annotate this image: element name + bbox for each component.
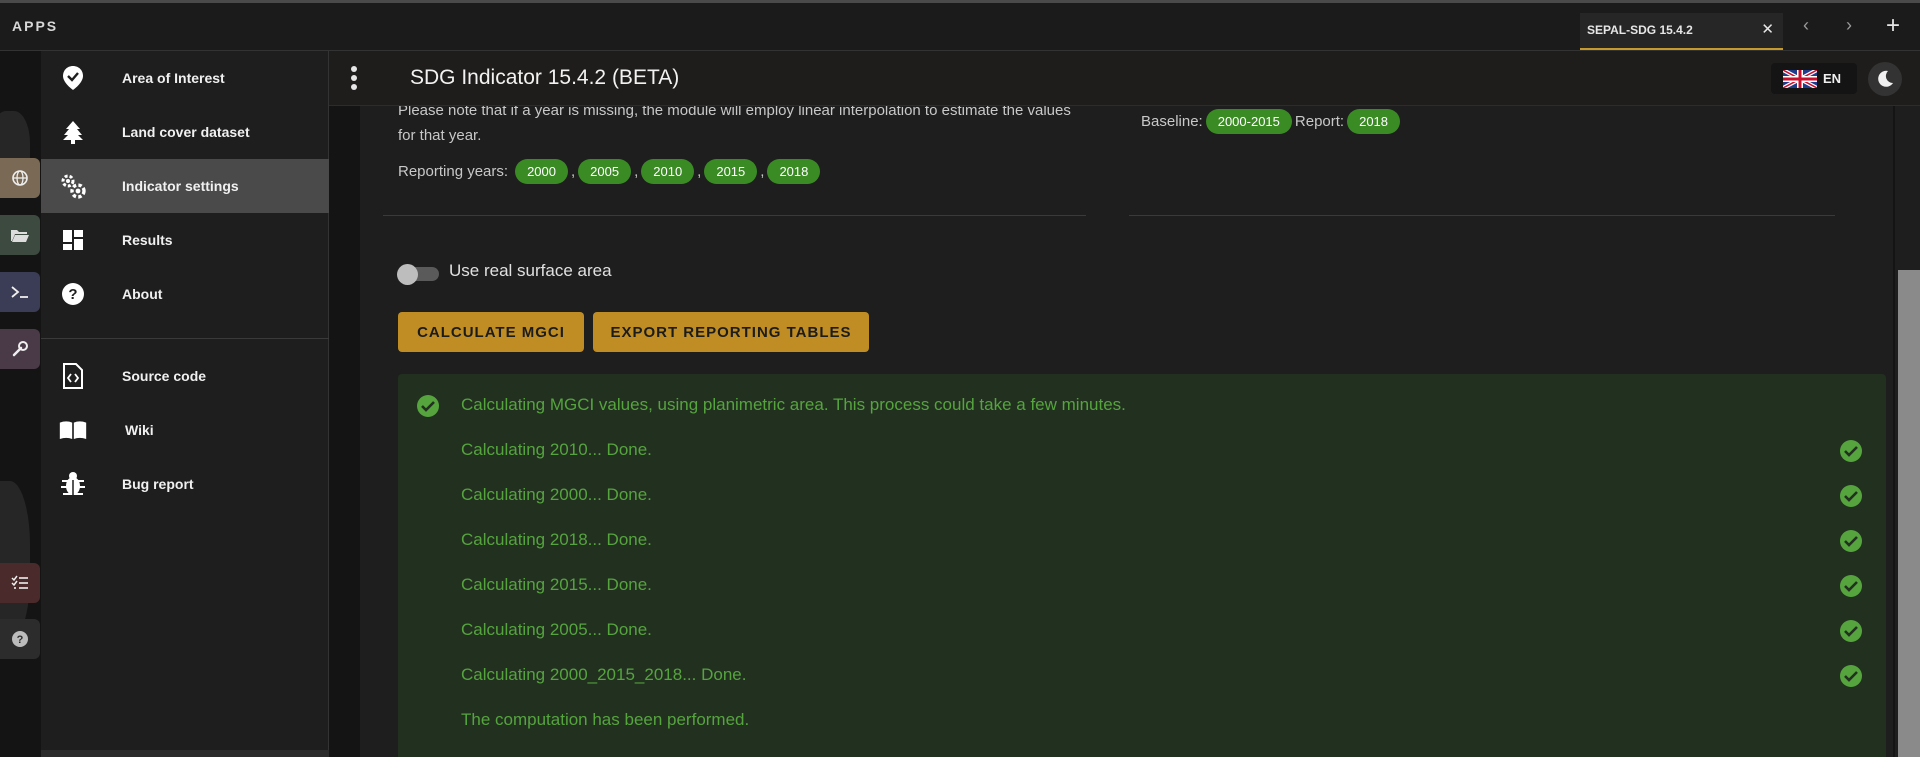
link-bug-report[interactable]: Bug report [41, 457, 329, 511]
app-bar: SDG Indicator 15.4.2 (BETA) EN [329, 51, 1920, 106]
nav-label: Wiki [125, 422, 154, 438]
nav-item-about[interactable]: ? About [41, 267, 329, 321]
export-reporting-tables-button[interactable]: EXPORT REPORTING TABLES [593, 312, 869, 352]
app-title: SDG Indicator 15.4.2 (BETA) [410, 66, 680, 89]
bug-icon [59, 470, 87, 498]
report-chip: 2018 [1347, 108, 1401, 134]
drawer-footer [41, 750, 329, 757]
add-tab-button[interactable]: + [1886, 12, 1900, 40]
nav-item-area-of-interest[interactable]: Area of Interest [41, 51, 329, 105]
year-chip: 2015 [704, 158, 758, 184]
nav-item-indicator-settings[interactable]: Indicator settings [41, 159, 329, 213]
baseline-report-row: Baseline: 2000-2015 Report: 2018 [1141, 106, 1403, 136]
language-selector[interactable]: EN [1771, 63, 1857, 94]
terminal-icon[interactable] [0, 272, 40, 312]
check-circle-icon [1840, 620, 1862, 642]
check-circle-icon [1840, 440, 1862, 462]
log-line: Calculating 2015... Done. [461, 575, 652, 594]
menu-dots-icon[interactable] [349, 65, 359, 93]
svg-text:?: ? [68, 286, 77, 303]
map-marker-check-icon [59, 64, 87, 92]
interpolation-note: Please note that if a year is missing, t… [398, 106, 1071, 144]
nav-item-land-cover-dataset[interactable]: Land cover dataset [41, 105, 329, 159]
reporting-years-label: Reporting years: [398, 162, 509, 180]
real-surface-area-switch[interactable] [397, 264, 441, 285]
check-circle-icon [1840, 530, 1862, 552]
help-icon[interactable]: ? [0, 619, 40, 659]
divider [383, 215, 1086, 216]
task-list-icon[interactable] [0, 563, 40, 603]
globe-icon[interactable] [0, 158, 40, 198]
navigation-drawer: Area of Interest Land cover dataset Indi… [41, 51, 329, 757]
map-background-shape [0, 481, 30, 641]
help-circle-icon: ? [59, 280, 87, 308]
nav-label: Indicator settings [122, 178, 239, 194]
nav-label: Source code [122, 368, 207, 384]
check-circle-icon [1840, 665, 1862, 687]
uk-flag-icon [1783, 70, 1817, 88]
nav-label: Bug report [122, 476, 194, 492]
indicator-settings-panel: Please note that if a year is missing, t… [360, 106, 1893, 757]
top-bar: APPS SEPAL-SDG 15.4.2 ✕ ‹ › + [0, 0, 1920, 51]
scrollbar-thumb[interactable] [1898, 270, 1920, 757]
chevron-left-icon[interactable]: ‹ [1803, 15, 1809, 36]
language-code: EN [1823, 71, 1842, 86]
tab-title: SEPAL-SDG 15.4.2 [1587, 23, 1693, 37]
success-alert: Calculating MGCI values, using planimetr… [398, 374, 1886, 757]
log-line: Calculating 2000... Done. [461, 485, 652, 504]
folder-open-icon[interactable] [0, 215, 40, 255]
wrench-icon[interactable] [0, 329, 40, 369]
check-circle-icon [417, 395, 439, 417]
link-source-code[interactable]: Source code [41, 349, 329, 403]
moon-icon [1878, 70, 1893, 87]
log-line: Calculating 2010... Done. [461, 440, 652, 459]
alert-message: Calculating MGCI values, using planimetr… [461, 395, 1126, 414]
dashboard-icon [59, 226, 87, 254]
tree-icon [59, 118, 87, 146]
sepal-sidebar: ? [0, 51, 41, 757]
book-icon [59, 416, 87, 444]
svg-text:?: ? [17, 634, 24, 646]
file-code-icon [59, 362, 87, 390]
theme-toggle-button[interactable] [1868, 62, 1902, 96]
completion-message: The computation has been performed. [461, 710, 750, 729]
divider [1129, 215, 1835, 216]
chevron-right-icon[interactable]: › [1846, 15, 1852, 36]
report-label: Report: [1294, 112, 1345, 130]
drawer-divider [41, 338, 329, 339]
baseline-label: Baseline: [1141, 112, 1203, 130]
close-icon[interactable]: ✕ [1761, 20, 1774, 38]
check-circle-icon [1840, 485, 1862, 507]
log-line: Calculating 2018... Done. [461, 530, 652, 549]
log-line: Calculating 2000_2015_2018... Done. [461, 665, 747, 684]
nav-item-results[interactable]: Results [41, 213, 329, 267]
nav-label: Results [122, 232, 173, 248]
year-chip: 2005 [578, 158, 632, 184]
main-content: Please note that if a year is missing, t… [329, 106, 1920, 757]
apps-label: APPS [12, 18, 59, 34]
real-surface-area-label: Use real surface area [449, 261, 612, 280]
nav-label: Land cover dataset [122, 124, 250, 140]
gears-icon [59, 172, 87, 200]
year-chip: 2000 [515, 158, 568, 184]
year-chip: 2010 [641, 158, 695, 184]
tab-sepal-sdg[interactable]: SEPAL-SDG 15.4.2 ✕ [1580, 13, 1783, 50]
baseline-chip: 2000-2015 [1205, 108, 1292, 134]
check-circle-icon [1840, 575, 1862, 597]
nav-label: About [122, 286, 163, 302]
calculate-mgci-button[interactable]: CALCULATE MGCI [398, 312, 584, 352]
log-line: Calculating 2005... Done. [461, 620, 652, 639]
year-chip: 2018 [767, 158, 821, 184]
link-wiki[interactable]: Wiki [41, 403, 329, 457]
nav-label: Area of Interest [122, 70, 225, 86]
reporting-years-row: Reporting years: 2000, 2005, 2010, 2015,… [398, 156, 823, 186]
